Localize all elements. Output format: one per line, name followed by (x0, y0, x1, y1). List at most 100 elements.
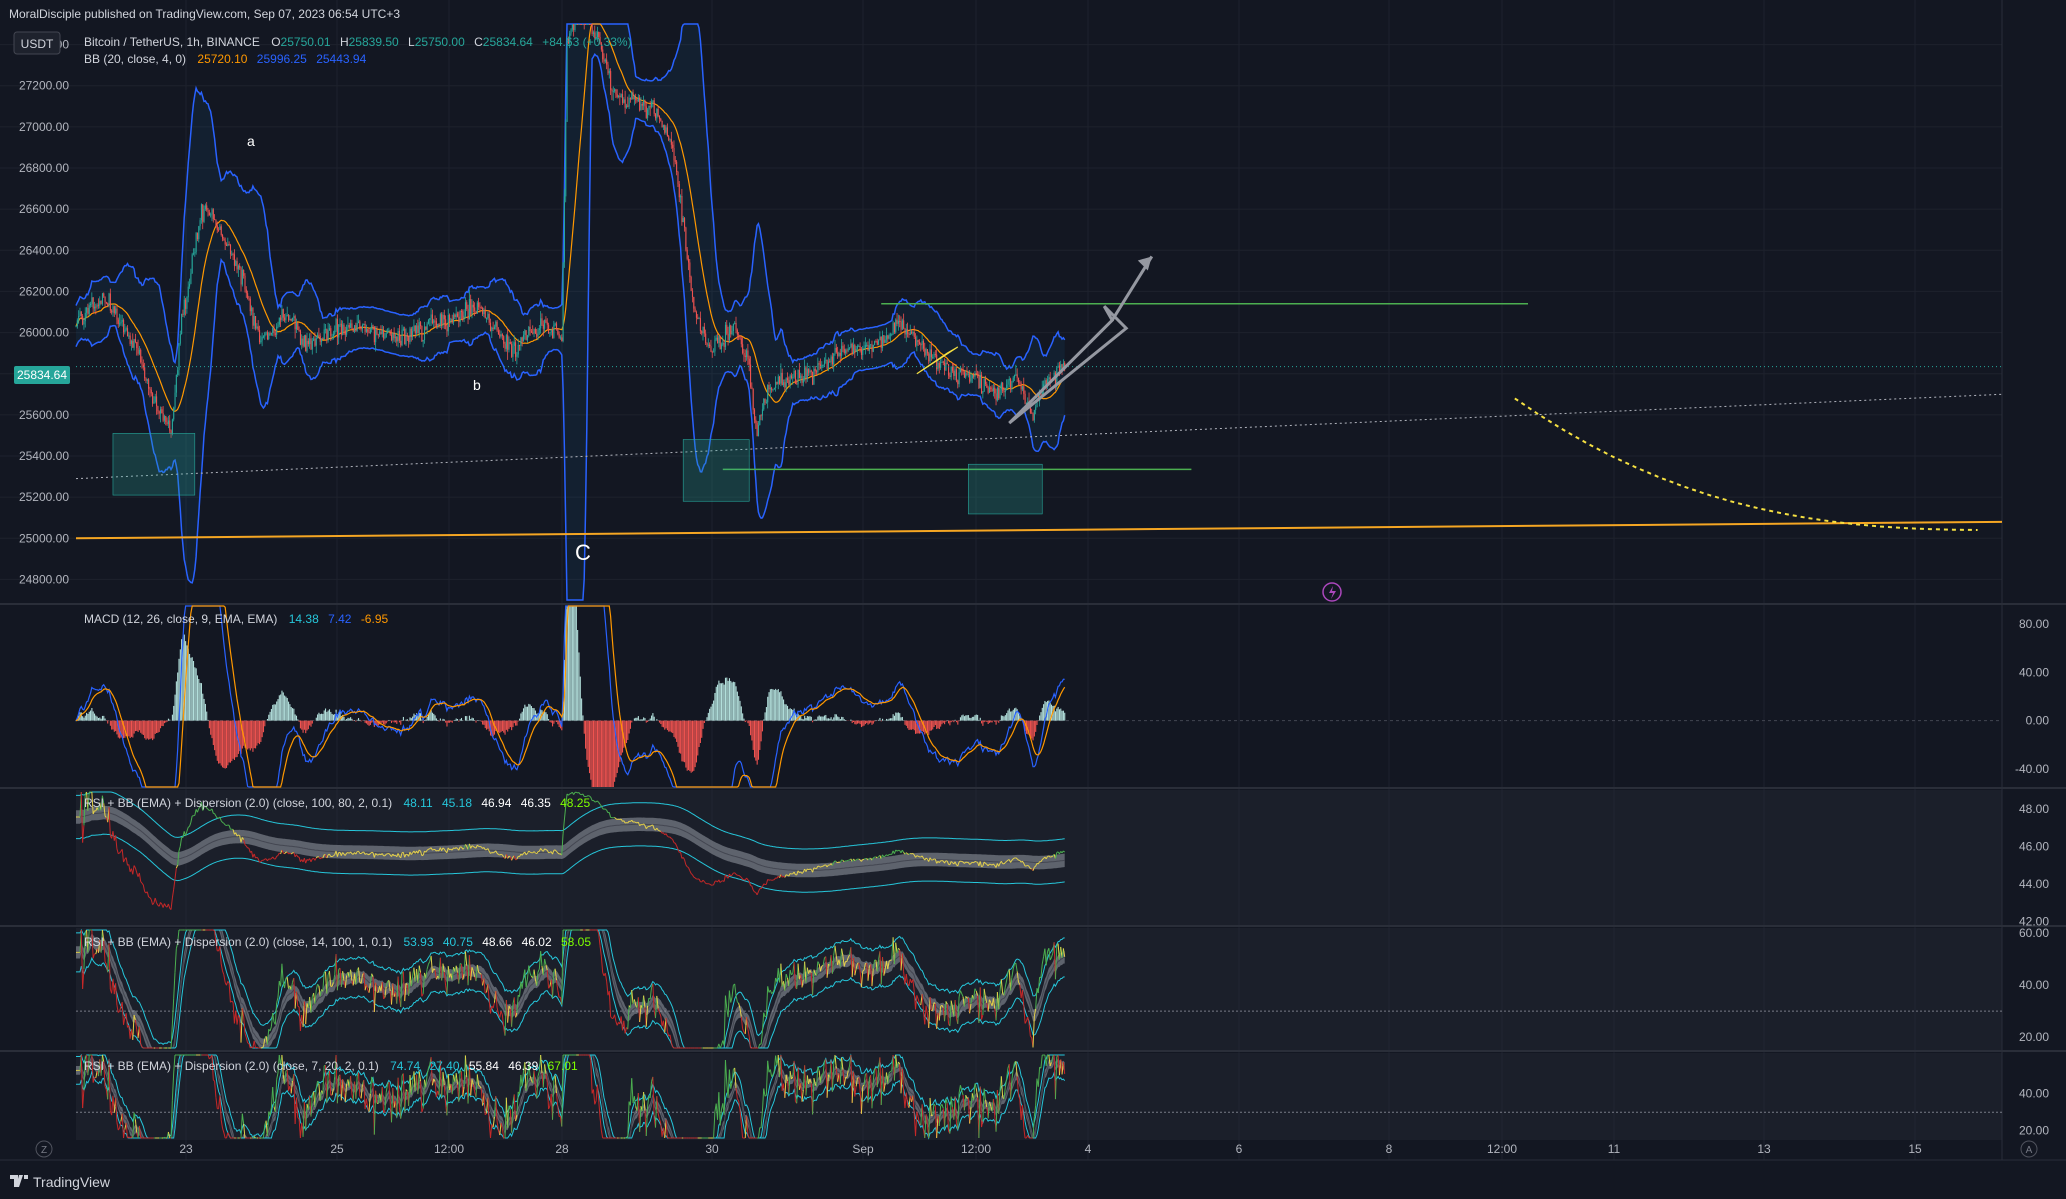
macd-histogram-bar (676, 720, 678, 742)
macd-histogram-bar (158, 720, 160, 732)
candle-body (224, 240, 226, 245)
candle-body (129, 335, 131, 344)
rsi-line-segment (807, 868, 809, 871)
candle-body (207, 209, 209, 213)
candle-body (768, 384, 770, 390)
macd-histogram-bar (88, 711, 90, 721)
candle-body (471, 304, 473, 315)
candle-body (592, 32, 595, 34)
candle-body (203, 209, 205, 222)
candle-body (641, 103, 643, 106)
candle-body (405, 335, 407, 345)
macd-histogram-bar (468, 715, 470, 721)
macd-histogram-bar (189, 653, 191, 721)
macd-histogram-bar (897, 712, 899, 721)
candle-body (396, 336, 398, 342)
candle-body (668, 136, 670, 140)
macd-histogram-bar (702, 720, 704, 729)
symbol-legend[interactable]: Bitcoin / TetherUS, 1h, BINANCE O25750.0… (84, 35, 632, 49)
candle-body (321, 338, 323, 342)
candle-body (932, 356, 934, 358)
candle-body (925, 349, 927, 356)
trading-chart[interactable]: 23 25 12:00 28 30 Sep 12:00 4 6 8 12:00 11 13 15 24800… (0, 0, 2066, 1199)
macd-legend[interactable]: MACD (12, 26, close, 9, EMA, EMA) 14.38 … (84, 612, 388, 626)
macd-histogram-bar (742, 713, 744, 721)
candle-body (492, 327, 494, 330)
candle-body (994, 387, 996, 394)
candle-body (216, 225, 218, 230)
macd-histogram-bar (508, 720, 510, 729)
candle-body (879, 336, 881, 341)
macd-histogram-bar (866, 720, 868, 724)
candle-body (95, 306, 97, 308)
candle-body (247, 293, 249, 299)
candle-body (813, 368, 815, 385)
macd-histogram-bar (763, 719, 765, 721)
macd-histogram-bar (950, 720, 952, 723)
candle-body (821, 365, 823, 369)
candle-body (647, 109, 649, 118)
rsi-line-segment (498, 853, 500, 856)
candle-body (612, 91, 614, 93)
candle-body (867, 344, 869, 351)
macd-histogram-bar (503, 720, 505, 733)
macd-histogram-bar (423, 720, 426, 721)
candle-body (538, 328, 540, 330)
macd-histogram-bar (210, 720, 212, 735)
macd-histogram-bar (841, 716, 843, 721)
macd-histogram-bar (134, 720, 136, 732)
candle-body (445, 319, 447, 327)
candle-body (240, 267, 242, 285)
candle-body (161, 409, 163, 414)
candle-body (585, 24, 587, 25)
macd-histogram-bar (901, 716, 903, 721)
candle-body (548, 324, 550, 334)
bb-legend[interactable]: BB (20, close, 4, 0) 25720.10 25996.25 2… (84, 52, 367, 66)
macd-histogram-bar (152, 720, 154, 741)
candle-body (109, 293, 111, 311)
macd-histogram-bar (284, 695, 286, 721)
rsi-panel-1[interactable] (76, 790, 2002, 925)
candle-body (552, 329, 554, 338)
candle-body (790, 375, 793, 378)
candle-body (1017, 377, 1020, 383)
macd-histogram-bar (955, 720, 958, 723)
candle-body (361, 325, 364, 330)
macd-histogram-bar (307, 720, 309, 730)
candle-body (955, 369, 958, 381)
macd-histogram-bar (837, 716, 839, 721)
candle-body (476, 302, 478, 314)
macd-histogram-bar (290, 706, 292, 721)
candle-body (657, 108, 659, 117)
candle-body (937, 363, 939, 370)
macd-histogram-bar (130, 720, 133, 737)
candle-body (317, 334, 319, 339)
candle-body (991, 389, 993, 392)
rsi2-value: 53.93 (403, 935, 433, 949)
candle-body (500, 334, 502, 337)
macd-histogram-bar (695, 720, 697, 763)
candle-body (933, 353, 935, 357)
candle-body (767, 384, 769, 403)
candle-body (227, 244, 229, 246)
macd-histogram-bar (360, 720, 362, 722)
candle-body (274, 333, 276, 335)
rsi2-legend[interactable]: RSI + BB (EMA) + Dispersion (2.0) (close… (84, 935, 591, 949)
candle-body (429, 318, 431, 321)
macd-histogram-bar (759, 720, 761, 750)
macd-histogram-bar (640, 719, 642, 721)
candle-body (849, 347, 851, 349)
macd-histogram-bar (216, 720, 218, 761)
candle-body (765, 402, 767, 404)
macd-histogram-bar (517, 720, 519, 722)
candle-body (987, 387, 989, 393)
macd-histogram-bar (728, 678, 730, 721)
candle-body (330, 328, 332, 337)
candle-body (707, 344, 709, 346)
candle-body (674, 160, 676, 162)
candle-body (425, 326, 427, 330)
macd-histogram-bar (112, 720, 114, 730)
candle-body (177, 370, 179, 375)
candle-body (907, 329, 909, 334)
rsi1-legend[interactable]: RSI + BB (EMA) + Dispersion (2.0) (close… (84, 796, 590, 810)
